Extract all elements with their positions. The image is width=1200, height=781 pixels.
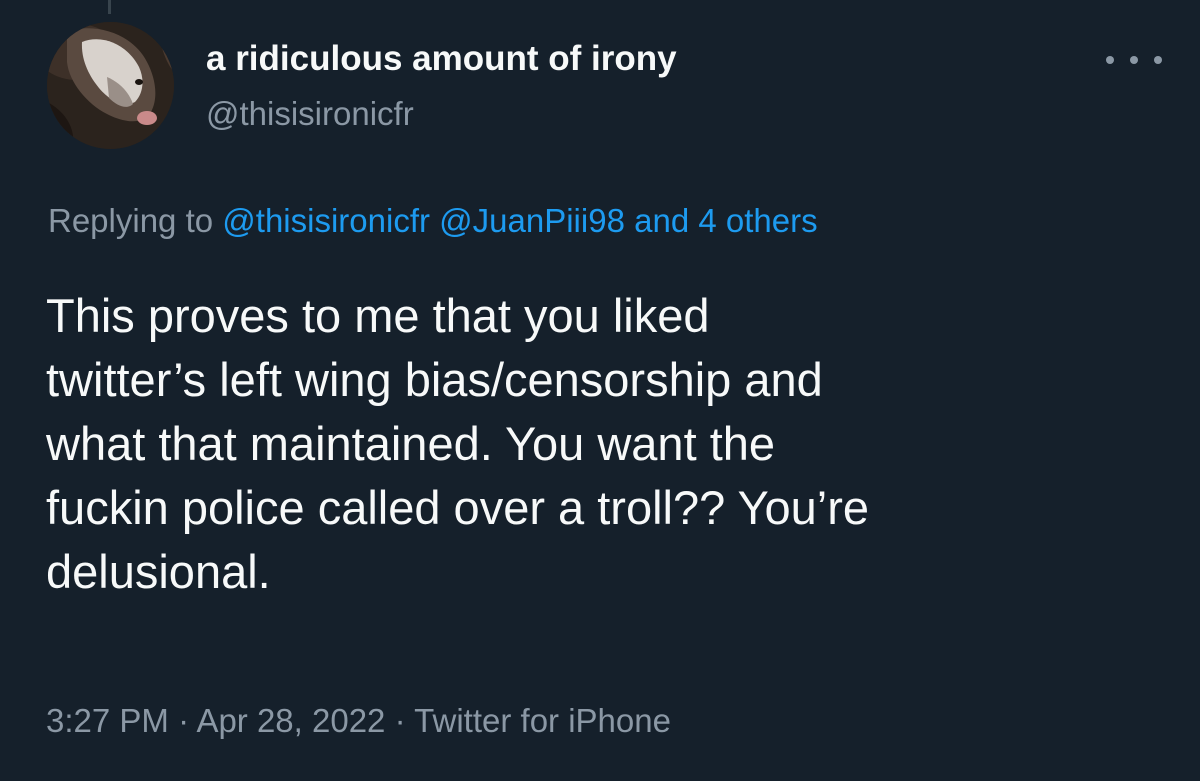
tweet-date[interactable]: Apr 28, 2022	[196, 702, 385, 739]
more-dots-icon	[1154, 56, 1162, 64]
tweet-line: fuckin police called over a troll?? You’…	[46, 481, 870, 534]
thread-connector-line	[108, 0, 111, 14]
reply-mention-thisisironicfr[interactable]: @thisisironicfr	[222, 202, 430, 239]
tweet-line: This proves to me that you liked	[46, 289, 710, 342]
more-dots-icon	[1106, 56, 1114, 64]
author-avatar[interactable]	[47, 22, 174, 149]
tweet-line: twitter’s left wing bias/censorship and	[46, 353, 823, 406]
reply-context: Replying to @thisisironicfr @JuanPiii98 …	[48, 200, 818, 242]
author-handle[interactable]: @thisisironicfr	[206, 94, 414, 134]
meta-separator: ·	[394, 702, 406, 739]
tweet-metadata: 3:27 PM · Apr 28, 2022 · Twitter for iPh…	[46, 700, 671, 742]
reply-mention-juanpiii98[interactable]: @JuanPiii98	[439, 202, 625, 239]
author-display-name[interactable]: a ridiculous amount of irony	[206, 38, 677, 80]
tweet-line: what that maintained. You want the	[46, 417, 776, 470]
reply-context-prefix: Replying to	[48, 202, 214, 239]
tweet-source[interactable]: Twitter for iPhone	[414, 702, 671, 739]
tweet-body: This proves to me that you liked twitter…	[46, 284, 1166, 604]
tweet-line: delusional.	[46, 545, 271, 598]
meta-separator: ·	[178, 702, 190, 739]
tweet-time[interactable]: 3:27 PM	[46, 702, 169, 739]
more-options-button[interactable]	[1106, 48, 1162, 72]
more-dots-icon	[1130, 56, 1138, 64]
dog-avatar-icon	[47, 22, 174, 149]
reply-others-link[interactable]: and 4 others	[634, 202, 817, 239]
